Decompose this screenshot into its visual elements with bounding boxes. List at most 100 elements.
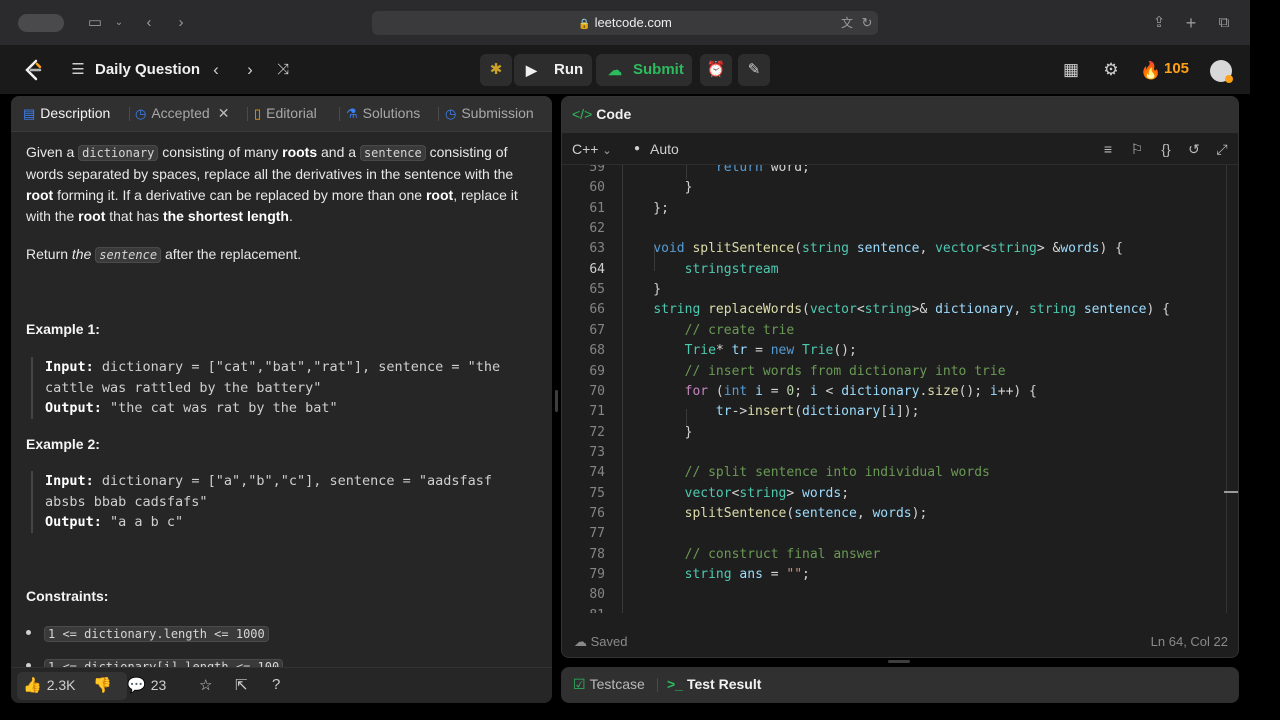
like-button[interactable]: 👍 2.3K [23,676,76,694]
language-label: C++ [572,141,599,157]
new-tab-icon[interactable]: + [1180,12,1202,34]
cursor-position: Ln 64, Col 22 [1150,634,1228,649]
code-line[interactable]: }; [622,201,669,216]
line-number: 61 [589,200,605,216]
tab-test-result-label: Test Result [686,676,762,692]
code-line[interactable]: tr->insert(dictionary[i]); [622,404,920,419]
tabs-icon[interactable]: ⧉ [1213,12,1235,34]
tab-test-result[interactable]: >_ Test Result [667,676,761,692]
top-nav: ☰ Daily Question ‹ › ⤨ ✱ ▶ Run ☁ Submit … [0,46,1250,94]
debug-button[interactable]: ✱ [480,54,512,86]
code-line[interactable]: vector<string> words; [622,486,849,501]
dot-icon: ● [634,143,641,154]
reset-icon[interactable]: ↺ [1184,139,1204,159]
code-line[interactable]: string replaceWords(vector<string>& dict… [622,302,1170,317]
list-icon[interactable]: ☰ [66,58,90,82]
help-button[interactable]: ? [272,676,285,693]
tab-solutions[interactable]: ⚗ Solutions [346,105,420,122]
back-icon[interactable]: ‹ [138,12,160,34]
reload-icon[interactable]: ↻ [856,12,878,34]
favorite-button[interactable]: ☆ [199,676,217,694]
tab-accepted[interactable]: ◷ Accepted ✕ [135,105,229,122]
language-select[interactable]: C++ ⌄ [572,141,612,157]
run-label: Run [554,61,584,78]
inline-code: dictionary [78,145,159,161]
line-number: 74 [589,465,605,481]
timer-button[interactable]: ⏰ [700,54,732,86]
share-icon[interactable]: ⇪ [1148,12,1170,34]
horizontal-splitter[interactable] [888,660,910,663]
scrollbar-track[interactable] [1226,165,1227,613]
code-line[interactable]: splitSentence(sentence, words); [622,506,928,521]
line-number: 66 [589,302,605,318]
input-value: dictionary = ["cat","bat","rat"], senten… [45,359,501,396]
chevron-down-icon[interactable]: ⌄ [108,12,130,34]
layout-grid-icon[interactable]: ▦ [1059,58,1083,82]
code-editor[interactable]: 59 return word; 60 } 61 }; 62 63 void splitS… [562,165,1238,613]
close-icon[interactable]: ✕ [218,105,230,121]
flame-icon: 🔥 [1140,61,1162,80]
streak-count[interactable]: 105 [1164,60,1189,77]
autocomplete-mode[interactable]: Auto [650,141,679,157]
submit-button[interactable]: ☁ Submit [596,54,692,86]
format-icon[interactable]: ≡ [1098,139,1118,159]
forward-icon[interactable]: › [170,12,192,34]
code-line[interactable]: // insert words from dictionary into tri… [622,364,1006,379]
notes-button[interactable]: ✎ [738,54,770,86]
expand-icon[interactable]: ⤢ [1212,139,1232,159]
play-icon: ▶ [526,62,537,78]
comments-button[interactable]: 💬 23 [127,676,166,694]
prev-problem-icon[interactable]: ‹ [204,58,228,82]
window-controls[interactable] [18,14,64,32]
tab-testcase-label: Testcase [589,676,645,692]
tab-divider [339,107,340,121]
line-number: 78 [589,546,605,562]
code-line[interactable]: void splitSentence(string sentence, vect… [622,241,1123,256]
cloud-upload-icon: ☁ [608,62,622,78]
code-line[interactable]: } [622,282,661,297]
vertical-splitter[interactable] [555,390,558,412]
shuffle-icon[interactable]: ⤨ [271,58,295,82]
tab-description[interactable]: ▤ Description [23,105,110,122]
code-line[interactable]: Trie* tr = new Trie(); [622,343,857,358]
code-line[interactable]: stringstream [622,262,779,277]
tab-submissions-label: Submission [461,105,534,121]
share-button[interactable]: ⇱ [235,676,253,694]
code-line[interactable]: return word; [622,165,810,175]
output-value: "the cat was rat by the bat" [101,400,338,416]
code-line[interactable]: string ans = ""; [622,567,810,582]
problem-list-title[interactable]: Daily Question [95,61,200,78]
line-number: 77 [589,526,605,542]
address-bar[interactable]: 🔒 leetcode.com [372,11,878,35]
gear-icon[interactable]: ⚙ [1099,58,1123,82]
editor-toolbar: C++ ⌄ ● Auto ≡ ⚐ {} ↺ ⤢ [562,133,1238,165]
inline-code: sentence [95,247,162,263]
next-problem-icon[interactable]: › [238,58,262,82]
sidebar-icon[interactable]: ▭ [84,12,106,34]
code-line[interactable]: // create trie [622,323,795,338]
clock-icon: ◷ [135,106,147,121]
code-line[interactable]: } [622,180,693,195]
alarm-icon: ⏰ [706,61,726,78]
code-line[interactable]: for (int i = 0; i < dictionary.size(); i… [622,384,1037,399]
line-number: 71 [589,404,605,420]
code-tab[interactable]: </> Code [572,106,631,122]
line-number: 73 [589,444,605,460]
braces-icon[interactable]: {} [1156,139,1176,159]
test-panel-tabs: ☑ Testcase >_ Test Result [561,667,1239,703]
code-line[interactable]: // split sentence into individual words [622,465,990,480]
dislike-button[interactable]: 👎 [93,676,117,694]
tab-testcase[interactable]: ☑ Testcase [573,676,645,693]
tab-divider [438,107,439,121]
code-line[interactable]: } [622,425,693,440]
code-line[interactable]: // construct final answer [622,547,881,562]
tab-divider [247,107,248,121]
scrollbar-marker[interactable] [1224,491,1238,493]
run-button[interactable]: ▶ Run [514,54,592,86]
checkbox-icon: ☑ [573,676,586,692]
bookmark-icon[interactable]: ⚐ [1127,139,1147,159]
tab-submissions[interactable]: ◷ Submission [445,105,534,122]
translate-icon[interactable]: 文 [836,12,858,34]
tab-editorial[interactable]: ▯ Editorial [254,105,317,122]
leetcode-logo-icon[interactable] [22,58,44,82]
